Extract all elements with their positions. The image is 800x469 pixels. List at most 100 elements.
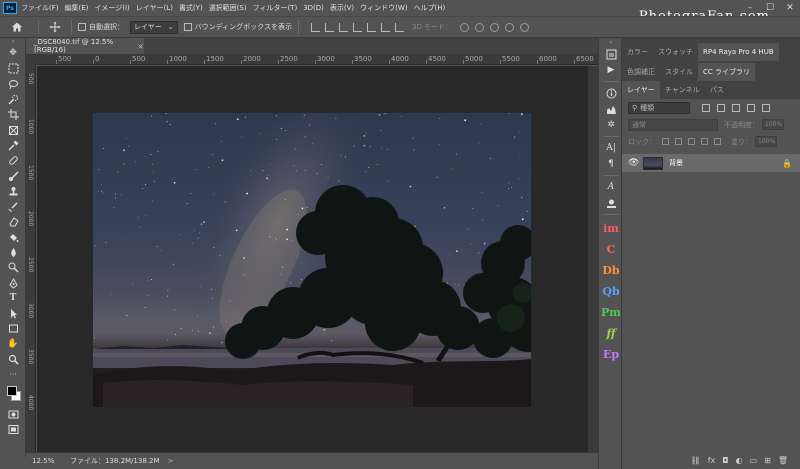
paragraph-panel-icon[interactable]: ¶ [599, 156, 623, 172]
filter-adjustment-icon[interactable] [717, 103, 725, 112]
3d-slide-icon[interactable] [505, 22, 515, 32]
pen-tool-icon[interactable] [0, 275, 26, 290]
glyphs-panel-icon[interactable]: A [599, 179, 623, 195]
hand-tool-icon[interactable]: ✋ [0, 337, 26, 352]
quick-selection-tool-icon[interactable] [0, 92, 26, 107]
3d-roll-icon[interactable] [475, 22, 485, 32]
3d-scale-icon[interactable] [520, 22, 530, 32]
tab-paths[interactable]: パス [705, 81, 729, 99]
character-panel-icon[interactable]: A| [599, 140, 623, 156]
info-panel-icon[interactable] [599, 85, 623, 101]
menu-window[interactable]: ウィンドウ(W) [360, 3, 407, 13]
tab-swatches[interactable]: スウォッチ [653, 43, 698, 61]
opacity-field[interactable]: 100% [762, 119, 784, 130]
filter-pixel-icon[interactable] [702, 103, 710, 112]
align-bottom-icon[interactable] [338, 22, 348, 32]
dodge-tool-icon[interactable] [0, 260, 26, 275]
auto-select-checkbox[interactable]: 自動選択： [78, 22, 124, 32]
document-image[interactable] [93, 113, 531, 407]
extension-qb-icon[interactable]: Qb [599, 281, 623, 302]
lock-artboard-icon[interactable] [701, 138, 708, 145]
filter-shape-icon[interactable] [747, 103, 755, 112]
actions-panel-icon[interactable]: ▶ [599, 62, 623, 78]
more-tools-icon[interactable]: ··· [0, 367, 26, 382]
histogram-panel-icon[interactable] [599, 101, 623, 117]
fill-field[interactable]: 100% [755, 136, 777, 147]
ruler-corner[interactable] [26, 54, 36, 65]
menu-filter[interactable]: フィルター(T) [253, 3, 298, 13]
extension-ep-icon[interactable]: Ep [599, 344, 623, 365]
tab-raya-pro-hub[interactable]: RP4 Raya Pro 4 HUB [698, 43, 779, 61]
paint-bucket-tool-icon[interactable] [0, 230, 26, 245]
eyedropper-tool-icon[interactable] [0, 138, 26, 153]
rectangle-tool-icon[interactable] [0, 321, 26, 336]
tab-channels[interactable]: チャンネル [660, 81, 705, 99]
group-icon[interactable]: ▭ [750, 456, 758, 465]
tab-layers[interactable]: レイヤー [622, 81, 660, 99]
blur-tool-icon[interactable] [0, 245, 26, 260]
path-selection-tool-icon[interactable] [0, 306, 26, 321]
lock-transparent-icon[interactable] [662, 138, 669, 145]
menu-type[interactable]: 書式(Y) [179, 3, 203, 13]
mask-icon[interactable]: ◘ [722, 456, 728, 465]
close-button[interactable]: ✕ [780, 0, 800, 16]
align-middle-icon[interactable] [324, 22, 334, 32]
extension-ff-icon[interactable]: ff [599, 323, 623, 344]
align-left-icon[interactable] [352, 22, 362, 32]
adjustment-icon[interactable]: ◐ [736, 456, 743, 465]
menu-3d[interactable]: 3D(D) [303, 4, 324, 12]
lasso-tool-icon[interactable] [0, 77, 26, 92]
tab-color[interactable]: カラー [622, 43, 653, 61]
lock-image-icon[interactable] [675, 138, 682, 145]
show-transform-checkbox[interactable]: バウンディングボックスを表示 [183, 22, 292, 32]
quick-mask-icon[interactable] [0, 407, 26, 422]
eye-icon[interactable]: 👁 [628, 158, 640, 168]
auto-select-dropdown[interactable]: レイヤー ⌄ [130, 20, 178, 34]
eraser-tool-icon[interactable] [0, 214, 26, 229]
fx-icon[interactable]: fx [708, 456, 716, 465]
align-top-icon[interactable] [310, 22, 320, 32]
status-menu-arrow[interactable]: > [168, 457, 174, 465]
zoom-level[interactable]: 12.5% [32, 457, 62, 465]
extension-c-icon[interactable]: C [599, 239, 623, 260]
extension-im-icon[interactable]: im [599, 218, 623, 239]
menu-help[interactable]: ヘルプ(H) [414, 3, 446, 13]
tab-styles[interactable]: スタイル [660, 63, 698, 81]
3d-orbit-icon[interactable] [460, 22, 470, 32]
vertical-ruler[interactable]: 500 1000 1500 2000 2500 3000 3500 4000 [26, 65, 36, 452]
horizontal-ruler[interactable]: 500 0 500 1000 1500 2000 2500 3000 3500 4000 4500 5… [36, 54, 598, 65]
menu-layer[interactable]: レイヤー(L) [136, 3, 173, 13]
panel-collapse-icon[interactable]: « [599, 38, 623, 46]
healing-brush-tool-icon[interactable] [0, 153, 26, 168]
clone-stamp-tool-icon[interactable] [0, 184, 26, 199]
3d-pan-icon[interactable] [490, 22, 500, 32]
align-right-icon[interactable] [380, 22, 390, 32]
screen-mode-icon[interactable] [0, 422, 26, 437]
move-tool-preset-icon[interactable] [45, 21, 65, 33]
type-tool-icon[interactable]: T [0, 291, 26, 306]
tab-cc-libraries[interactable]: CC ライブラリ [698, 63, 756, 81]
foreground-color-swatch[interactable] [7, 385, 17, 396]
link-icon[interactable]: ⛓ [691, 456, 701, 465]
align-center-icon[interactable] [366, 22, 376, 32]
frame-tool-icon[interactable] [0, 122, 26, 137]
blend-mode-dropdown[interactable]: 通常 [628, 118, 718, 131]
navigator-panel-icon[interactable]: ✲ [599, 117, 623, 133]
history-panel-icon[interactable] [599, 46, 623, 62]
lock-all-icon[interactable] [714, 138, 721, 145]
filter-type-icon[interactable] [732, 103, 740, 112]
brush-tool-icon[interactable] [0, 168, 26, 183]
document-tab[interactable]: _DSC8040.tif @ 12.5% (RGB/16) × [26, 38, 144, 54]
properties-panel-icon[interactable] [599, 195, 623, 211]
extension-db-icon[interactable]: Db [599, 260, 623, 281]
menu-image[interactable]: イメージ(I) [94, 3, 129, 13]
close-tab-icon[interactable]: × [137, 42, 144, 51]
layer-row[interactable]: 👁 背景 🔒 [622, 154, 800, 172]
menu-select[interactable]: 選択範囲(S) [209, 3, 247, 13]
crop-tool-icon[interactable] [0, 107, 26, 122]
history-brush-tool-icon[interactable] [0, 199, 26, 214]
panel-collapse-icon[interactable]: » [0, 38, 26, 46]
menu-file[interactable]: ファイル(F) [21, 3, 59, 13]
move-tool-icon[interactable]: ✥ [0, 46, 26, 61]
trash-icon[interactable]: 🗑 [778, 456, 788, 465]
